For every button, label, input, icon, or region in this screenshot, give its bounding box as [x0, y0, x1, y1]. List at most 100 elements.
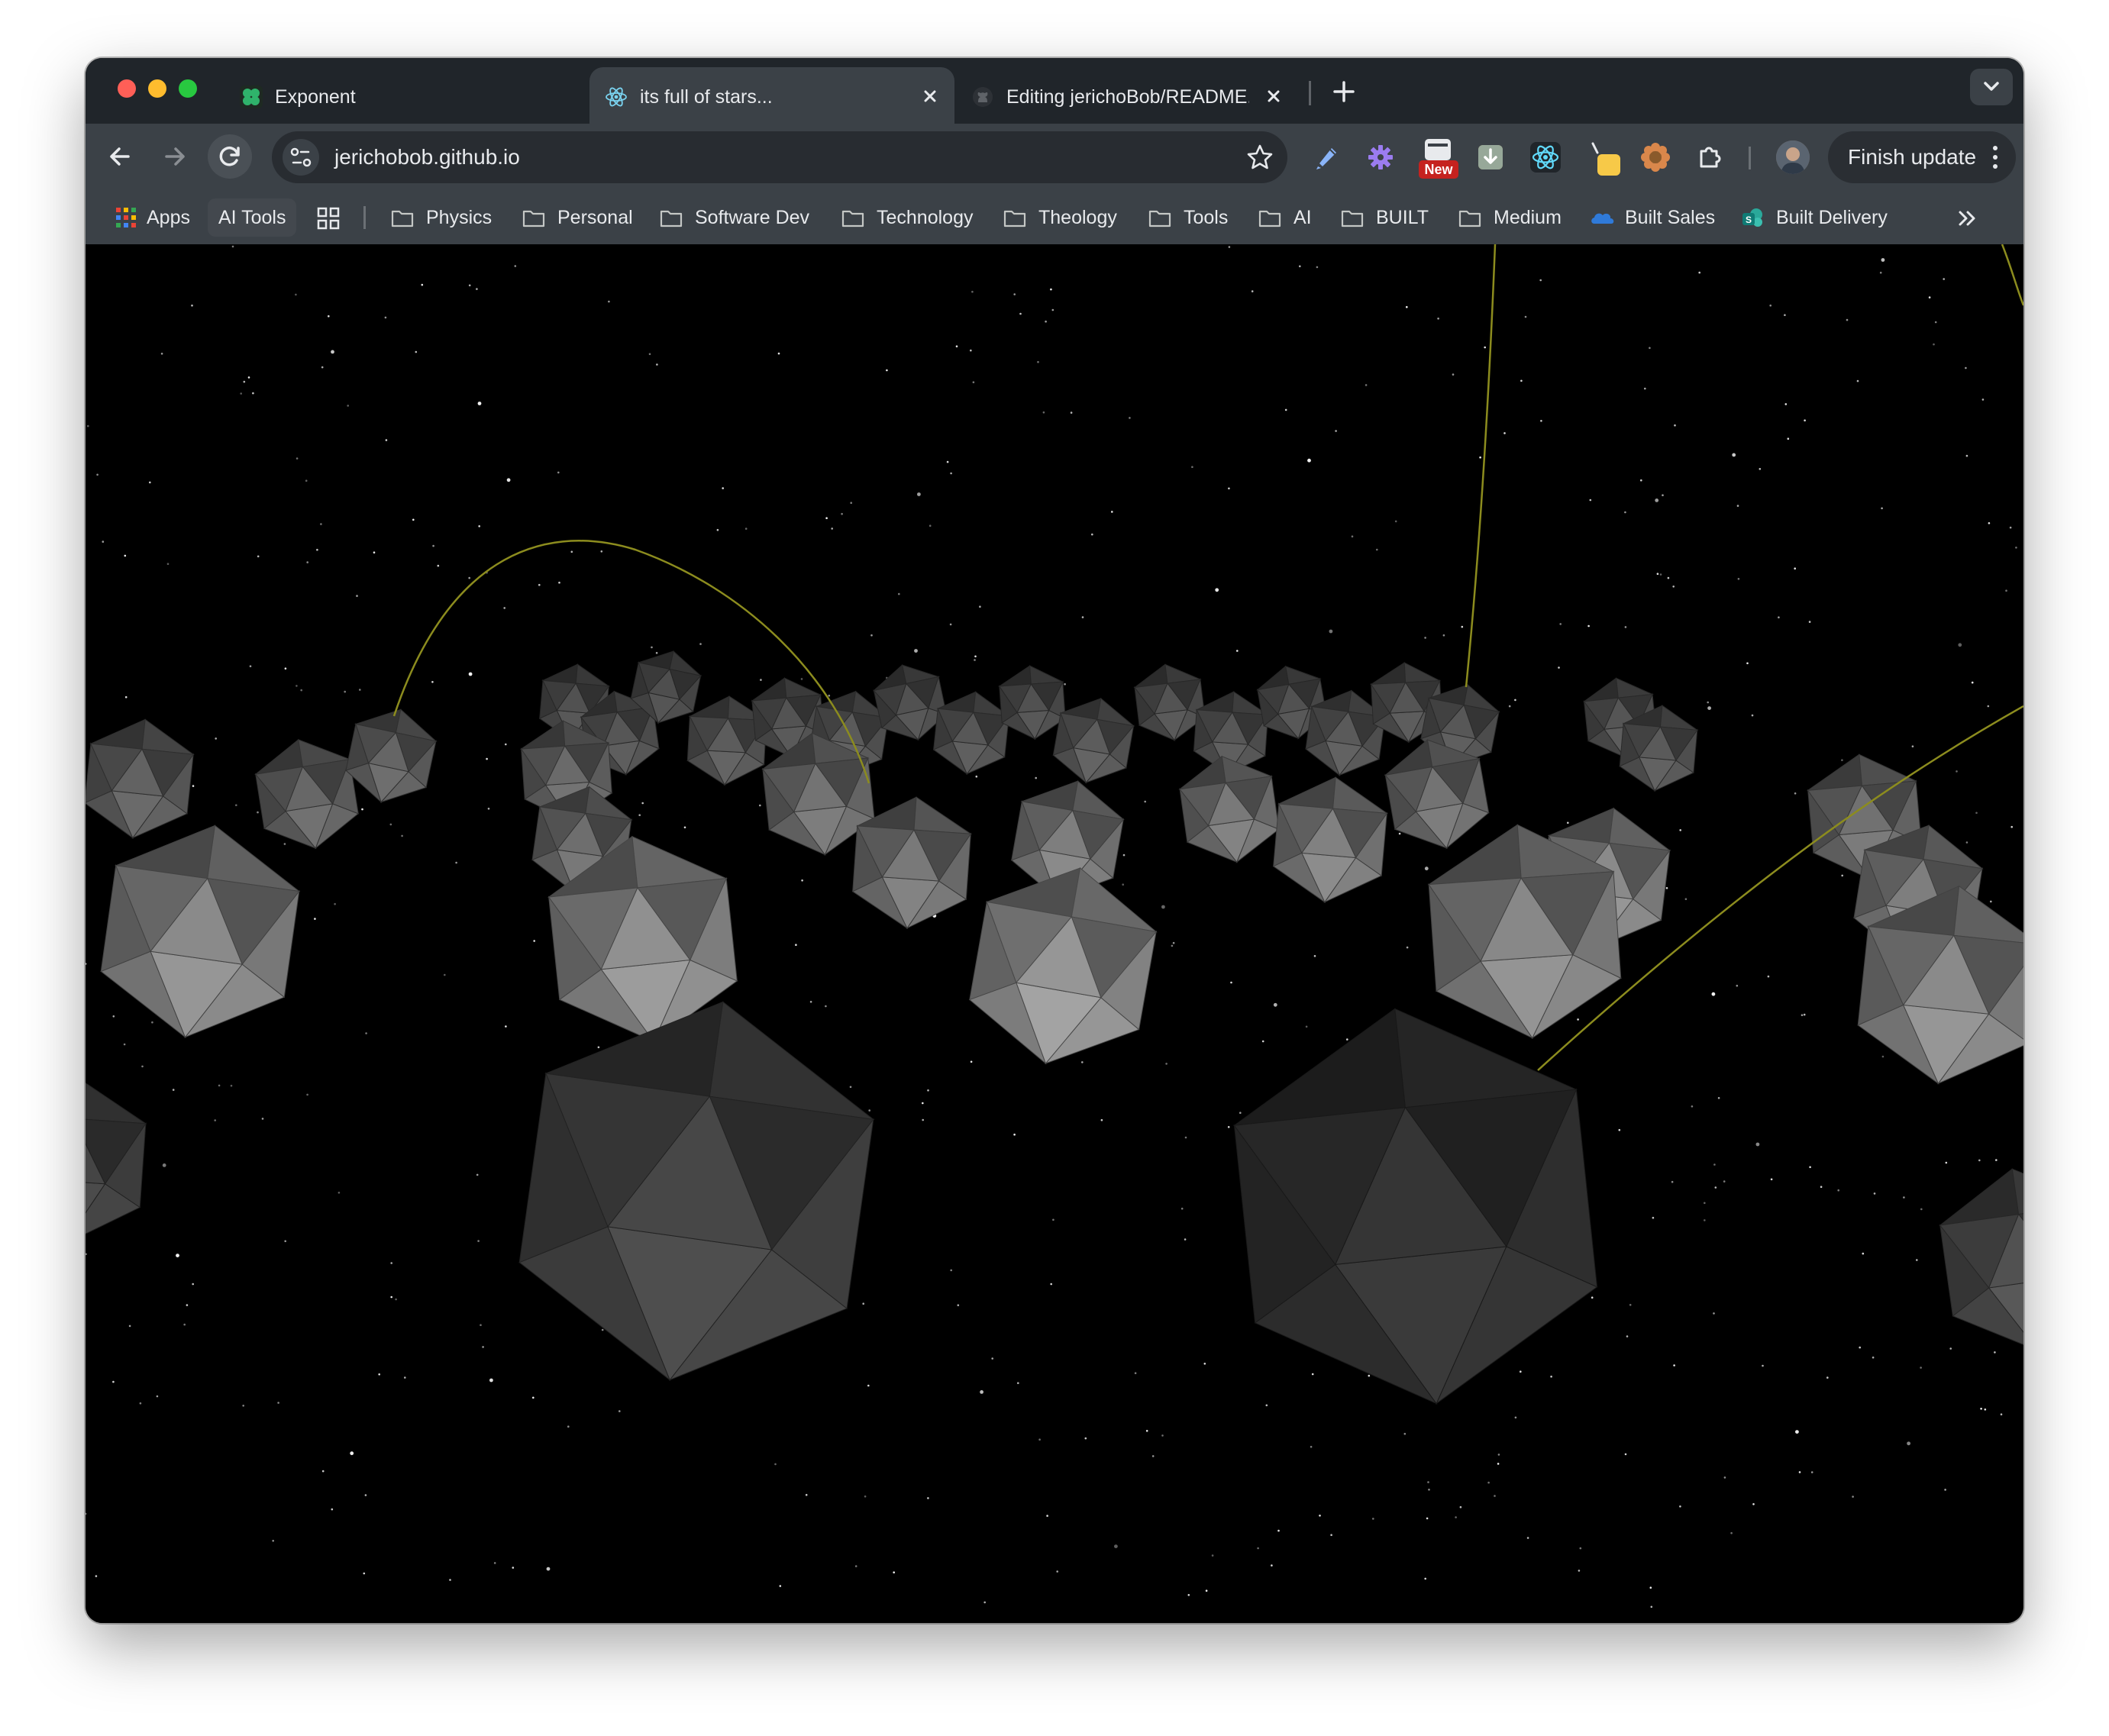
tab-its-full-of-stars[interactable]: its full of stars... — [589, 67, 954, 124]
star — [1299, 265, 1301, 268]
star — [1330, 1534, 1332, 1536]
bookmark-folder-ai[interactable]: AI — [1258, 202, 1319, 234]
icosahedron — [86, 718, 195, 840]
reload-button[interactable] — [208, 134, 252, 179]
bookmark-folder-software-dev[interactable]: Software Dev — [660, 202, 820, 234]
star — [831, 528, 833, 530]
window-close-button[interactable] — [118, 79, 136, 98]
star — [1307, 458, 1311, 463]
apps-grid-icon — [116, 208, 136, 227]
note-icon[interactable] — [1582, 137, 1623, 179]
tab-editing-readme[interactable]: Editing jerichoBob/README.md — [956, 67, 1298, 124]
bookmark-built-sales[interactable]: Built Sales — [1590, 202, 1727, 234]
close-icon[interactable] — [1260, 82, 1287, 110]
folder-icon — [1148, 210, 1171, 227]
star — [1171, 944, 1174, 947]
star — [1746, 662, 1749, 665]
new-tab-button[interactable] — [1327, 75, 1361, 108]
new-badge-extension-icon[interactable]: New — [1417, 137, 1460, 183]
bookmark-folder-built[interactable]: BUILT — [1341, 202, 1440, 234]
star — [1144, 800, 1146, 803]
star — [1236, 650, 1239, 652]
star — [1368, 1374, 1371, 1377]
new-badge-label: New — [1424, 162, 1453, 177]
gear-icon[interactable] — [1362, 139, 1399, 176]
react-atom-icon[interactable] — [1527, 139, 1564, 176]
star — [867, 1384, 870, 1387]
github-icon — [973, 87, 993, 107]
address-bar[interactable]: jerichobob.github.io — [272, 131, 1287, 183]
star — [1461, 625, 1464, 628]
star — [1879, 271, 1882, 274]
bookmark-folder-physics[interactable]: Physics — [391, 202, 505, 234]
star — [1956, 770, 1958, 773]
bookmark-folder-medium[interactable]: Medium — [1458, 202, 1573, 234]
star — [1640, 479, 1642, 482]
star — [1649, 1586, 1652, 1589]
bookmark-label: Personal — [557, 207, 633, 228]
bookmark-star-icon[interactable] — [1243, 140, 1277, 174]
starfield-canvas[interactable]: je — [86, 244, 2023, 1623]
star — [359, 689, 361, 691]
star — [2005, 589, 2007, 592]
star — [1971, 681, 1974, 684]
star — [850, 502, 852, 504]
double-chevron-right-icon[interactable] — [1952, 203, 1982, 234]
forward-button[interactable] — [153, 134, 197, 179]
bookmark-built-delivery[interactable]: S Built Delivery — [1741, 202, 1909, 234]
star — [306, 1093, 308, 1096]
star — [1589, 499, 1592, 502]
star — [699, 643, 702, 645]
bookmark-folder-personal[interactable]: Personal — [522, 202, 637, 234]
star — [1577, 1018, 1579, 1021]
star — [1945, 1161, 1948, 1164]
star — [600, 550, 603, 553]
star — [1656, 573, 1659, 575]
puzzle-icon[interactable] — [1692, 139, 1729, 176]
star — [1965, 841, 1969, 844]
star — [1920, 1367, 1922, 1369]
tab-groups-icon[interactable] — [316, 206, 341, 231]
icosahedron — [968, 867, 1158, 1065]
star — [1426, 1517, 1429, 1520]
star — [1672, 586, 1675, 588]
star — [1928, 296, 1931, 298]
star — [1365, 384, 1368, 386]
tab-title: Exponent — [275, 86, 356, 108]
star — [86, 963, 87, 965]
page-viewport[interactable]: je — [86, 244, 2023, 1623]
star — [864, 1495, 867, 1498]
sunflower-icon[interactable] — [1637, 139, 1674, 176]
star — [1881, 258, 1885, 262]
star — [1990, 900, 1992, 903]
bookmark-folder-theology[interactable]: Theology — [1003, 202, 1126, 234]
star — [1770, 1178, 1773, 1181]
star — [455, 861, 457, 864]
bookmark-folder-tools[interactable]: Tools — [1148, 202, 1232, 234]
highlighter-icon[interactable] — [1307, 139, 1344, 176]
star — [1679, 829, 1681, 831]
bookmark-apps[interactable]: Apps — [115, 202, 199, 234]
star — [1428, 1489, 1430, 1491]
bookmark-ai-tools[interactable]: AI Tools — [208, 198, 297, 237]
star — [716, 528, 719, 531]
star — [487, 808, 490, 810]
star — [927, 1089, 929, 1092]
star — [350, 1451, 354, 1456]
star — [160, 353, 163, 355]
tab-search-button[interactable] — [1970, 69, 2013, 105]
finish-update-button[interactable]: Finish update — [1828, 131, 2016, 183]
avatar[interactable] — [1776, 140, 1810, 174]
back-button[interactable] — [98, 134, 142, 179]
star — [1100, 1118, 1103, 1121]
download-icon[interactable] — [1472, 139, 1509, 176]
star — [1618, 1128, 1621, 1131]
icosahedron-face — [1582, 677, 1619, 702]
window-minimize-button[interactable] — [148, 79, 166, 98]
site-info-button[interactable] — [283, 139, 319, 176]
star — [176, 1254, 179, 1257]
window-maximize-button[interactable] — [179, 79, 197, 98]
close-icon[interactable] — [916, 82, 944, 110]
star — [1995, 1159, 1998, 1161]
bookmark-folder-technology[interactable]: Technology — [841, 202, 987, 234]
